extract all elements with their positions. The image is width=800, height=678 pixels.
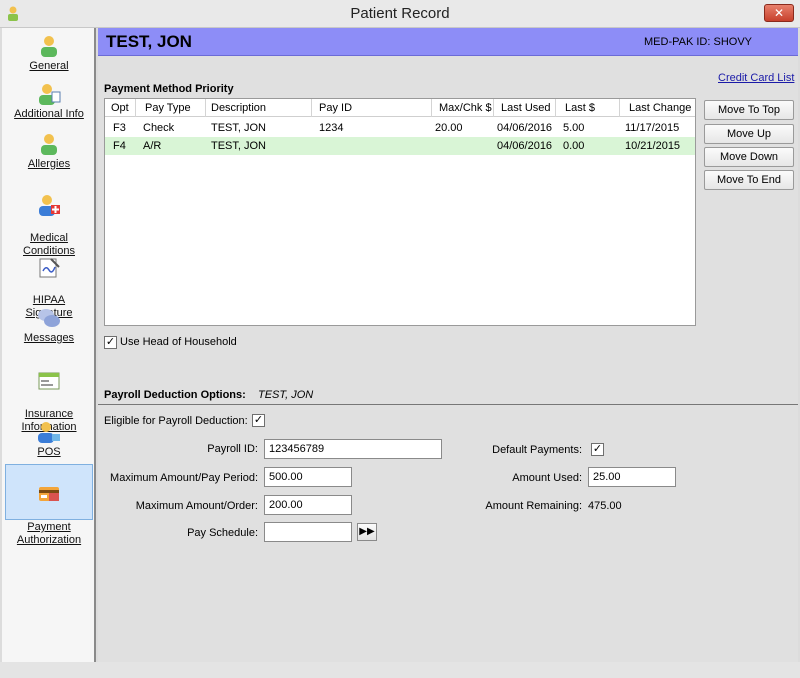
cell-max-chk: 20.00 [435, 122, 463, 134]
payroll-id-label: Payroll ID: [207, 443, 258, 455]
use-head-of-household-label: Use Head of Household [120, 336, 237, 348]
sidebar-item-pos[interactable]: POS [5, 420, 93, 459]
sidebar-item-payment-authorization[interactable]: Payment Authorization [5, 464, 93, 546]
move-up-button[interactable]: Move Up [704, 124, 794, 144]
cell-opt: F4 [113, 140, 126, 152]
max-amount-pay-period-field[interactable]: 500.00 [264, 467, 352, 487]
section-divider [98, 404, 798, 405]
patient-name: TEST, JON [106, 32, 192, 51]
status-bar [0, 662, 800, 678]
main-panel: TEST, JON MED-PAK ID: SHOVY Payment Meth… [98, 28, 798, 662]
cell-description: TEST, JON [211, 140, 267, 152]
amount-remaining-label: Amount Remaining: [485, 500, 582, 512]
move-to-end-button[interactable]: Move To End [704, 170, 794, 190]
sidebar-item-label: Allergies [27, 158, 71, 170]
payroll-deduction-title: Payroll Deduction Options: [104, 389, 246, 401]
col-last-change: Last Change [629, 102, 692, 114]
payroll-patient-name: TEST, JON [258, 389, 314, 401]
table-row[interactable]: F3 Check TEST, JON 1234 20.00 04/06/2016… [105, 119, 695, 137]
col-description: Description [211, 102, 267, 114]
payroll-id-field[interactable]: 123456789 [264, 439, 442, 459]
sidebar-item-label: POS [37, 446, 61, 458]
col-last-amt: Last $ [565, 102, 595, 114]
cell-pay-type: Check [143, 122, 175, 134]
cell-last-amt: 0.00 [563, 140, 585, 152]
amount-used-field[interactable]: 25.00 [588, 467, 676, 487]
cell-pay-id: 1234 [319, 122, 344, 134]
default-payments-checkbox[interactable]: ✓ [591, 443, 604, 456]
user-icon [41, 36, 57, 57]
max-amount-order-field[interactable]: 200.00 [264, 495, 352, 515]
insurance-icon [38, 372, 60, 390]
col-max-chk: Max/Chk $ [439, 102, 492, 114]
signature-icon [39, 258, 60, 278]
cell-last-used: 04/06/2016 [497, 140, 553, 152]
default-payments-label: Default Payments: [492, 444, 582, 456]
payment-card-icon [39, 487, 59, 501]
sidebar: General Additional Info Allergies Medica… [2, 28, 96, 662]
sidebar-item-general[interactable]: General [5, 34, 93, 73]
title-bar: Patient Record ✕ [0, 0, 800, 28]
pay-schedule-lookup-button[interactable]: ▶▶ [357, 523, 377, 541]
eligible-payroll-label: Eligible for Payroll Deduction: [104, 415, 248, 427]
sidebar-item-label: Additional Info [14, 108, 84, 120]
pay-schedule-field[interactable] [264, 522, 352, 542]
close-button[interactable]: ✕ [764, 4, 794, 22]
sidebar-item-label: General [29, 60, 69, 72]
cell-last-amt: 5.00 [563, 122, 585, 134]
amount-remaining-value: 475.00 [588, 500, 622, 512]
move-to-top-button[interactable]: Move To Top [704, 100, 794, 120]
sidebar-item-additional-info[interactable]: Additional Info [5, 82, 93, 121]
patient-header: TEST, JON MED-PAK ID: SHOVY [98, 28, 798, 56]
eligible-payroll-checkbox[interactable]: ✓ [252, 414, 265, 427]
table-row[interactable]: F4 A/R TEST, JON 04/06/2016 0.00 10/21/2… [105, 137, 695, 155]
cell-description: TEST, JON [211, 122, 267, 134]
grid-header: Opt Pay Type Description Pay ID Max/Chk … [105, 99, 695, 117]
sidebar-item-label: Messages [23, 332, 75, 344]
cell-last-change: 10/21/2015 [625, 140, 681, 152]
col-pay-id: Pay ID [319, 102, 353, 114]
sidebar-item-messages[interactable]: Messages [5, 306, 93, 345]
sidebar-item-label: Payment Authorization [16, 521, 82, 546]
use-head-of-household-checkbox[interactable]: ✓ [104, 336, 117, 349]
max-amount-pay-period-label: Maximum Amount/Pay Period: [110, 472, 258, 484]
payment-method-priority-title: Payment Method Priority [104, 83, 234, 95]
payment-method-grid[interactable]: Opt Pay Type Description Pay ID Max/Chk … [104, 98, 696, 326]
credit-card-list-link[interactable]: Credit Card List [718, 72, 794, 84]
messages-icon [38, 309, 60, 327]
pos-icon [38, 422, 60, 443]
col-last-used: Last Used [501, 102, 551, 114]
pay-schedule-label: Pay Schedule: [187, 527, 258, 539]
window-title: Patient Record [350, 5, 450, 22]
cell-last-used: 04/06/2016 [497, 122, 553, 134]
amount-used-label: Amount Used: [512, 472, 582, 484]
col-opt: Opt [111, 102, 129, 114]
sidebar-item-allergies[interactable]: Allergies [5, 132, 93, 171]
user-info-icon [39, 84, 61, 105]
col-pay-type: Pay Type [145, 102, 191, 114]
cell-opt: F3 [113, 122, 126, 134]
max-amount-order-label: Maximum Amount/Order: [135, 500, 258, 512]
cell-last-change: 11/17/2015 [625, 122, 680, 134]
allergy-icon [41, 134, 57, 155]
cell-pay-type: A/R [143, 140, 162, 152]
medpak-id: MED-PAK ID: SHOVY [644, 36, 752, 48]
medical-icon [39, 195, 60, 216]
move-down-button[interactable]: Move Down [704, 147, 794, 167]
